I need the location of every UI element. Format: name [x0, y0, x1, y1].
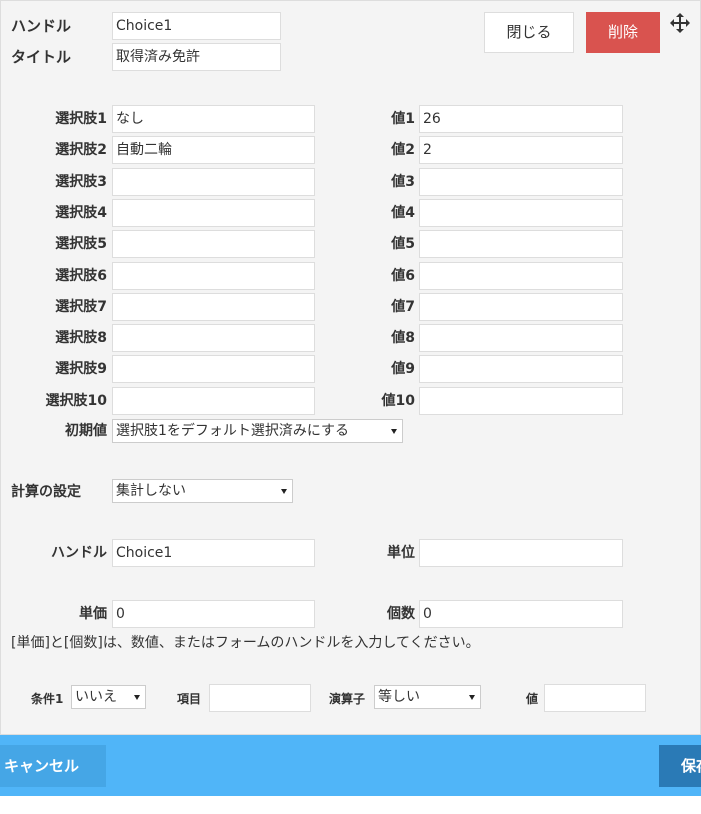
footer-bar: キャンセル 保存 — [0, 735, 701, 796]
calc-select[interactable]: 集計しない — [112, 479, 293, 503]
value-input[interactable] — [544, 684, 646, 712]
choice-value-label: 値5 — [391, 236, 415, 253]
choice-label: 選択肢2 — [55, 142, 107, 159]
choice-label: 選択肢5 — [55, 236, 107, 253]
choice-value-input[interactable] — [419, 355, 623, 384]
choice-input[interactable] — [112, 167, 315, 196]
choice-value-input[interactable]: 2 — [419, 136, 623, 165]
choice-value-input[interactable] — [419, 324, 623, 353]
choice-input[interactable] — [112, 355, 315, 384]
choice-label: 選択肢1 — [55, 111, 107, 127]
choice-input[interactable] — [112, 292, 315, 321]
choice-label: 選択肢6 — [55, 267, 107, 284]
price-label: 単価 — [79, 606, 107, 622]
handle-label: ハンドル — [11, 17, 72, 35]
choice-value-input[interactable] — [419, 198, 623, 227]
value-label: 値 — [526, 692, 539, 706]
choice-value-input[interactable] — [419, 261, 623, 290]
default-select[interactable]: 選択肢1をデフォルト選択済みにする — [112, 419, 403, 443]
calc-label: 計算の設定 — [11, 484, 81, 500]
condition-label: 条件1 — [31, 692, 64, 706]
handle-input[interactable]: Choice1 — [112, 12, 281, 40]
save-button[interactable]: 保存 — [659, 745, 701, 787]
choice-label: 選択肢4 — [55, 204, 107, 221]
choice-input[interactable] — [112, 198, 315, 227]
operator-select[interactable]: 等しい — [374, 685, 481, 709]
count-input[interactable]: 0 — [419, 600, 623, 628]
cancel-button[interactable]: キャンセル — [0, 745, 106, 787]
close-button[interactable]: 閉じる — [484, 12, 574, 53]
unit-input[interactable] — [419, 539, 623, 567]
calc-handle-input[interactable]: Choice1 — [112, 539, 315, 567]
delete-button[interactable]: 削除 — [586, 12, 660, 53]
choice-label: 選択肢8 — [55, 330, 107, 347]
choice-label: 選択肢9 — [55, 361, 107, 378]
choice-value-input[interactable] — [419, 292, 623, 321]
choice-value-label: 値6 — [391, 267, 415, 284]
calc-note: [単価]と[個数]は、数値、またはフォームのハンドルを入力してください。 — [11, 635, 480, 651]
choice-input[interactable]: なし — [112, 105, 315, 133]
item-input[interactable] — [209, 684, 311, 712]
choice-value-label: 値8 — [391, 330, 415, 347]
choice-value-input[interactable] — [419, 386, 623, 415]
move-icon[interactable] — [669, 12, 691, 34]
price-input[interactable]: 0 — [112, 600, 315, 628]
choice-label: 選択肢10 — [45, 392, 107, 409]
title-input[interactable]: 取得済み免許 — [112, 43, 281, 71]
operator-label: 演算子 — [329, 692, 366, 706]
count-label: 個数 — [387, 606, 415, 622]
choice-value-label: 値4 — [391, 204, 415, 221]
choice-value-input[interactable]: 26 — [419, 105, 623, 133]
choice-input[interactable] — [112, 261, 315, 290]
choice-input[interactable]: 自動二輪 — [112, 136, 315, 165]
choice-value-label: 値9 — [391, 361, 415, 378]
default-label: 初期値 — [65, 423, 107, 439]
calc-handle-label: ハンドル — [51, 545, 107, 561]
choice-input[interactable] — [112, 230, 315, 259]
item-label: 項目 — [177, 692, 202, 706]
choice-label: 選択肢3 — [55, 173, 107, 190]
choice-input[interactable] — [112, 386, 315, 415]
unit-label: 単位 — [387, 545, 415, 561]
choice-input[interactable] — [112, 324, 315, 353]
choice-value-label: 値1 — [391, 111, 415, 127]
title-label: タイトル — [11, 48, 72, 66]
choice-value-label: 値10 — [381, 392, 415, 409]
choice-value-input[interactable] — [419, 167, 623, 196]
choice-value-label: 値3 — [391, 173, 415, 190]
condition-select[interactable]: いいえ — [71, 685, 146, 709]
choice-label: 選択肢7 — [55, 298, 107, 315]
edit-panel: ハンドル Choice1 タイトル 取得済み免許 閉じる 削除 選択肢1 なし … — [0, 0, 701, 735]
choice-value-label: 値7 — [391, 298, 415, 315]
choice-value-input[interactable] — [419, 230, 623, 259]
choice-value-label: 値2 — [391, 142, 415, 159]
